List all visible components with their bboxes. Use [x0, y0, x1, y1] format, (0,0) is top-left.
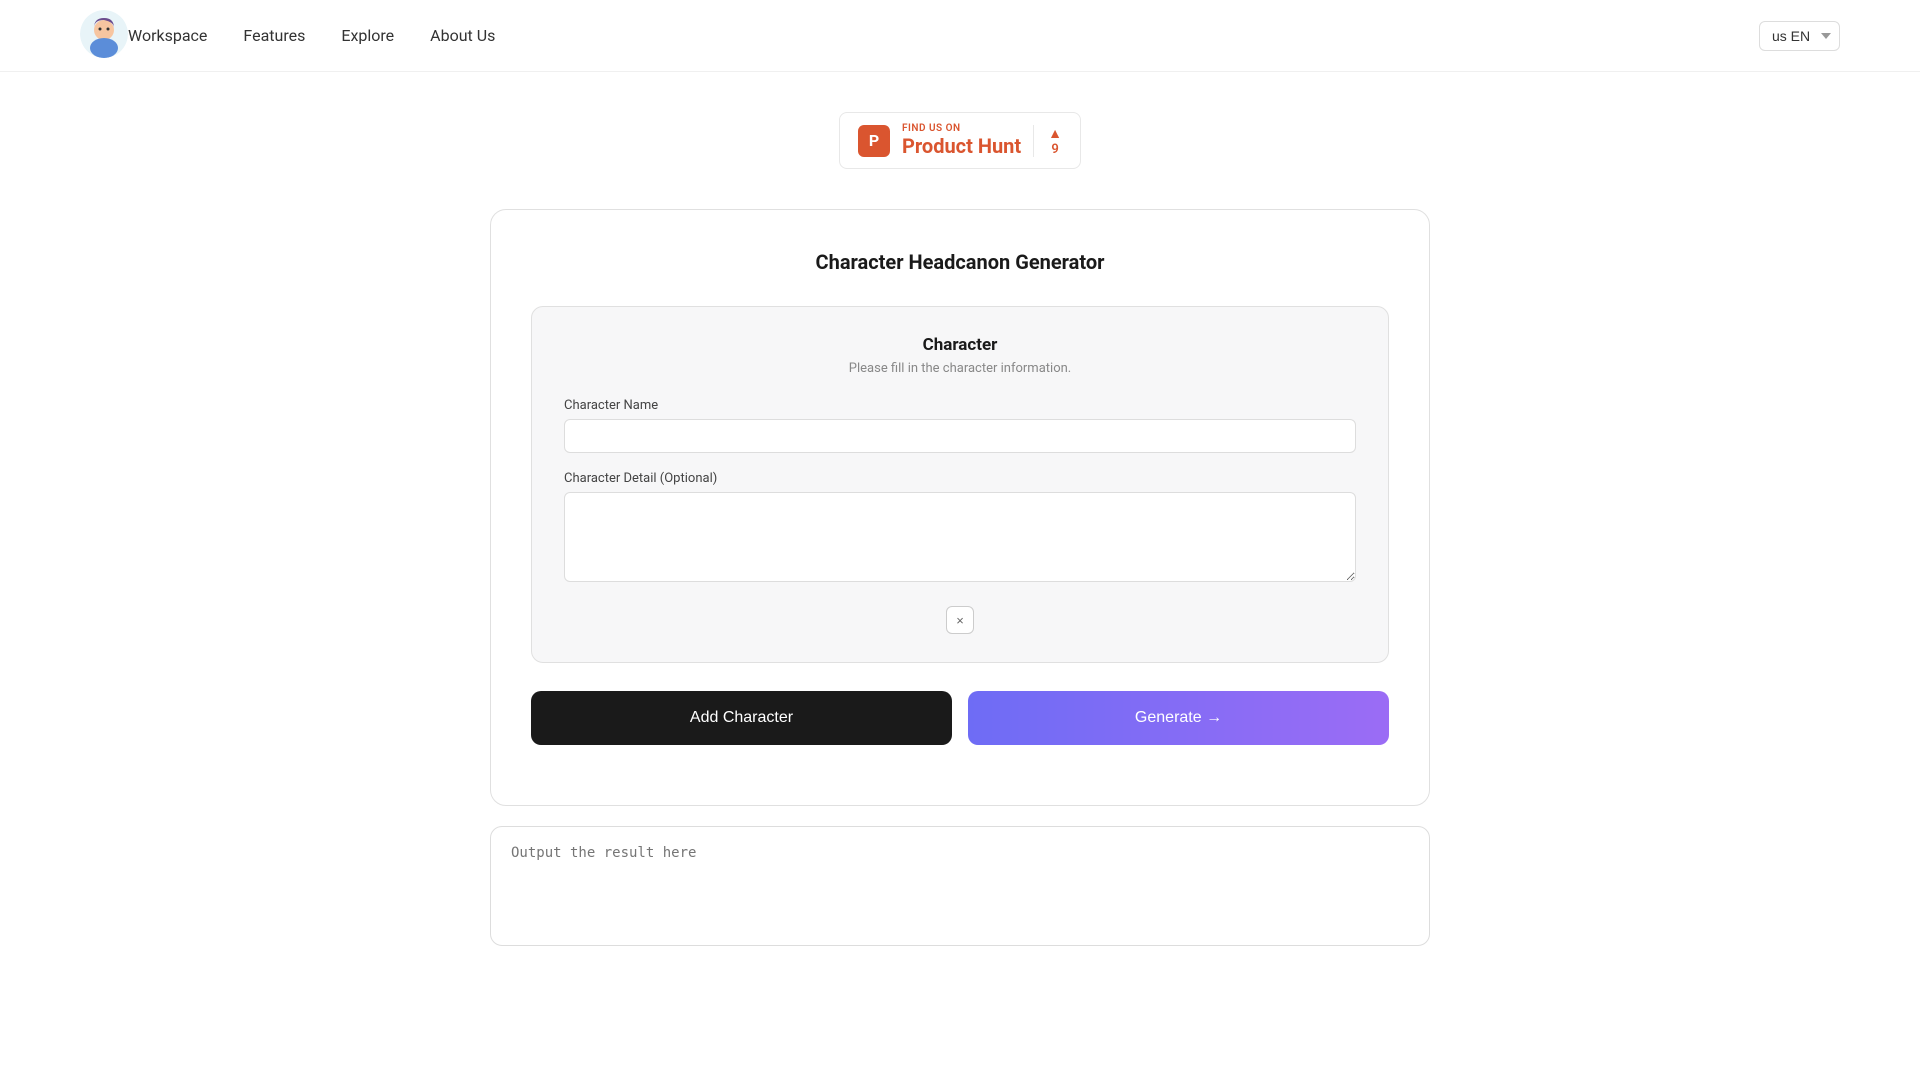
character-detail-textarea[interactable]: [564, 492, 1356, 582]
page-title: Character Headcanon Generator: [531, 250, 1389, 274]
nav-features[interactable]: Features: [243, 26, 305, 45]
navbar-links: Workspace Features Explore About Us: [128, 26, 1759, 45]
main-content: P FIND US ON Product Hunt ▲ 9 Character …: [0, 72, 1920, 990]
ph-upvote: ▲ 9: [1033, 125, 1062, 157]
generate-button[interactable]: Generate →: [968, 691, 1389, 745]
navbar-right: us EN ko KR ja JP: [1759, 21, 1840, 51]
character-card-title: Character: [564, 335, 1356, 355]
output-textarea[interactable]: [490, 826, 1430, 946]
nav-workspace[interactable]: Workspace: [128, 26, 207, 45]
navbar: Workspace Features Explore About Us us E…: [0, 0, 1920, 72]
character-card-subtitle: Please fill in the character information…: [564, 361, 1356, 376]
character-detail-group: Character Detail (Optional): [564, 471, 1356, 586]
character-name-label: Character Name: [564, 398, 1356, 413]
action-buttons: Add Character Generate →: [531, 691, 1389, 745]
output-container: [490, 826, 1430, 950]
ph-icon: P: [858, 125, 890, 157]
logo[interactable]: [80, 10, 128, 62]
close-icon: ×: [956, 613, 964, 628]
close-button[interactable]: ×: [946, 606, 974, 634]
ph-product-hunt-name: Product Hunt: [902, 134, 1021, 158]
product-hunt-badge[interactable]: P FIND US ON Product Hunt ▲ 9: [839, 112, 1081, 169]
ph-upvote-count: 9: [1051, 142, 1058, 157]
lang-selector-wrapper: us EN ko KR ja JP: [1759, 21, 1840, 51]
ph-arrow-icon: ▲: [1048, 125, 1062, 142]
ph-text: FIND US ON Product Hunt: [902, 123, 1021, 158]
character-detail-label: Character Detail (Optional): [564, 471, 1356, 486]
ph-find-us-label: FIND US ON: [902, 123, 1021, 134]
add-character-button[interactable]: Add Character: [531, 691, 952, 745]
nav-about-us[interactable]: About Us: [430, 26, 495, 45]
character-card: Character Please fill in the character i…: [531, 306, 1389, 663]
lang-select[interactable]: us EN ko KR ja JP: [1759, 21, 1840, 51]
card-container: Character Headcanon Generator Character …: [490, 209, 1430, 806]
character-name-input[interactable]: [564, 419, 1356, 453]
character-name-group: Character Name: [564, 398, 1356, 453]
nav-explore[interactable]: Explore: [341, 26, 394, 45]
